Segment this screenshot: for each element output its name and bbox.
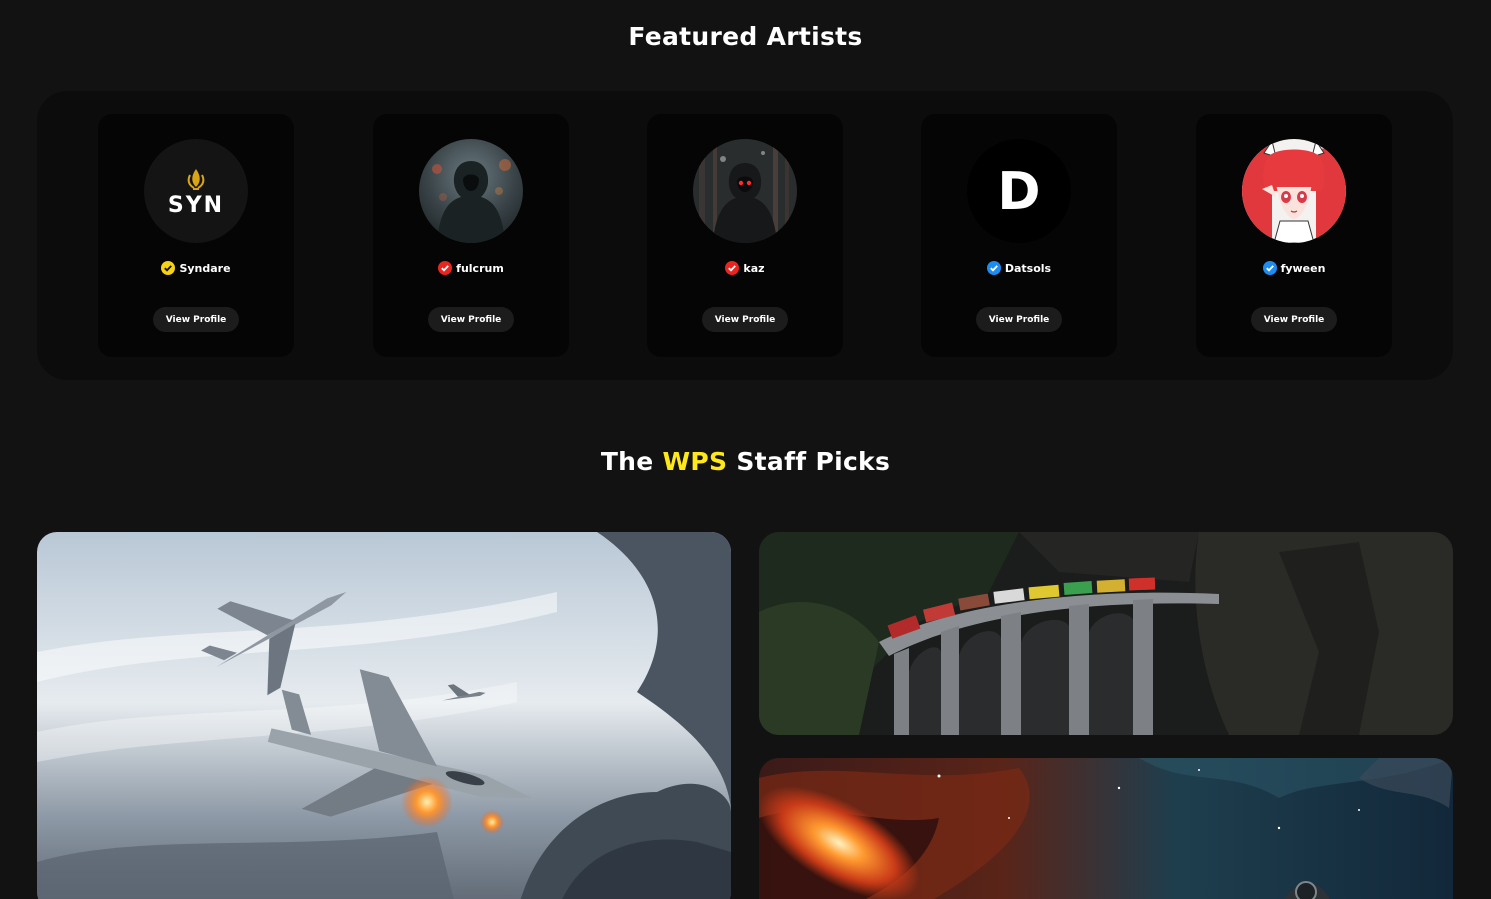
svg-text:SYN: SYN	[168, 193, 224, 218]
staff-pick-fighter-jets[interactable]	[37, 532, 731, 899]
artist-name-row: fyween	[1196, 261, 1392, 275]
artist-name-row: kaz	[647, 261, 843, 275]
train-viaduct-image-icon	[759, 532, 1453, 735]
artist-name[interactable]: fulcrum	[456, 262, 504, 275]
artist-card-syndare: SYN Syndare View Profile	[98, 114, 294, 357]
artist-card-fulcrum: fulcrum View Profile	[373, 114, 569, 357]
space-nebula-image-icon	[759, 758, 1453, 899]
staff-pick-train-viaduct[interactable]	[759, 532, 1453, 735]
staff-picks-title: The WPS Staff Picks	[0, 447, 1491, 476]
view-profile-button[interactable]: View Profile	[976, 307, 1062, 332]
fighter-jets-image-icon	[37, 532, 731, 899]
page: Featured Artists SYN Syndare View Profil…	[0, 0, 1491, 899]
artist-card-kaz: kaz View Profile	[647, 114, 843, 357]
artist-name[interactable]: fyween	[1281, 262, 1326, 275]
anime-girl-illustration-icon	[1242, 139, 1346, 243]
view-profile-button[interactable]: View Profile	[428, 307, 514, 332]
d-letter-logo-icon: D	[967, 139, 1071, 243]
featured-artists-title: Featured Artists	[628, 22, 863, 51]
featured-artists-panel: SYN Syndare View Profile fulcrum View Pr…	[37, 91, 1453, 380]
artist-name[interactable]: Datsols	[1005, 262, 1051, 275]
verified-badge-icon	[725, 261, 740, 275]
staff-picks-title-accent: WPS	[662, 447, 728, 476]
artist-avatar[interactable]: D	[967, 139, 1071, 243]
artist-name-row: fulcrum	[373, 261, 569, 275]
verified-badge-icon	[986, 261, 1001, 275]
verified-badge-icon	[1262, 261, 1277, 275]
staff-picks-title-prefix: The	[600, 447, 663, 476]
verified-badge-icon	[438, 261, 453, 275]
artist-card-datsols: D Datsols View Profile	[921, 114, 1117, 357]
artist-avatar[interactable]	[1242, 139, 1346, 243]
artist-name[interactable]: Syndare	[179, 262, 230, 275]
hooded-figure-photo-icon	[419, 139, 523, 243]
artist-name[interactable]: kaz	[743, 262, 764, 275]
verified-badge-icon	[161, 261, 176, 275]
artist-card-fyween: fyween View Profile	[1196, 114, 1392, 357]
view-profile-button[interactable]: View Profile	[702, 307, 788, 332]
artist-name-row: Syndare	[98, 261, 294, 275]
syn-logo-icon: SYN	[144, 139, 248, 243]
artist-avatar[interactable]	[419, 139, 523, 243]
view-profile-button[interactable]: View Profile	[1251, 307, 1337, 332]
artist-avatar[interactable]	[693, 139, 797, 243]
view-profile-button[interactable]: View Profile	[153, 307, 239, 332]
artist-avatar[interactable]: SYN	[144, 139, 248, 243]
staff-pick-space-nebula[interactable]	[759, 758, 1453, 899]
staff-picks-title-suffix: Staff Picks	[727, 447, 891, 476]
svg-text:D: D	[997, 162, 1040, 222]
hooded-figure-red-eyes-photo-icon	[693, 139, 797, 243]
artist-name-row: Datsols	[921, 261, 1117, 275]
